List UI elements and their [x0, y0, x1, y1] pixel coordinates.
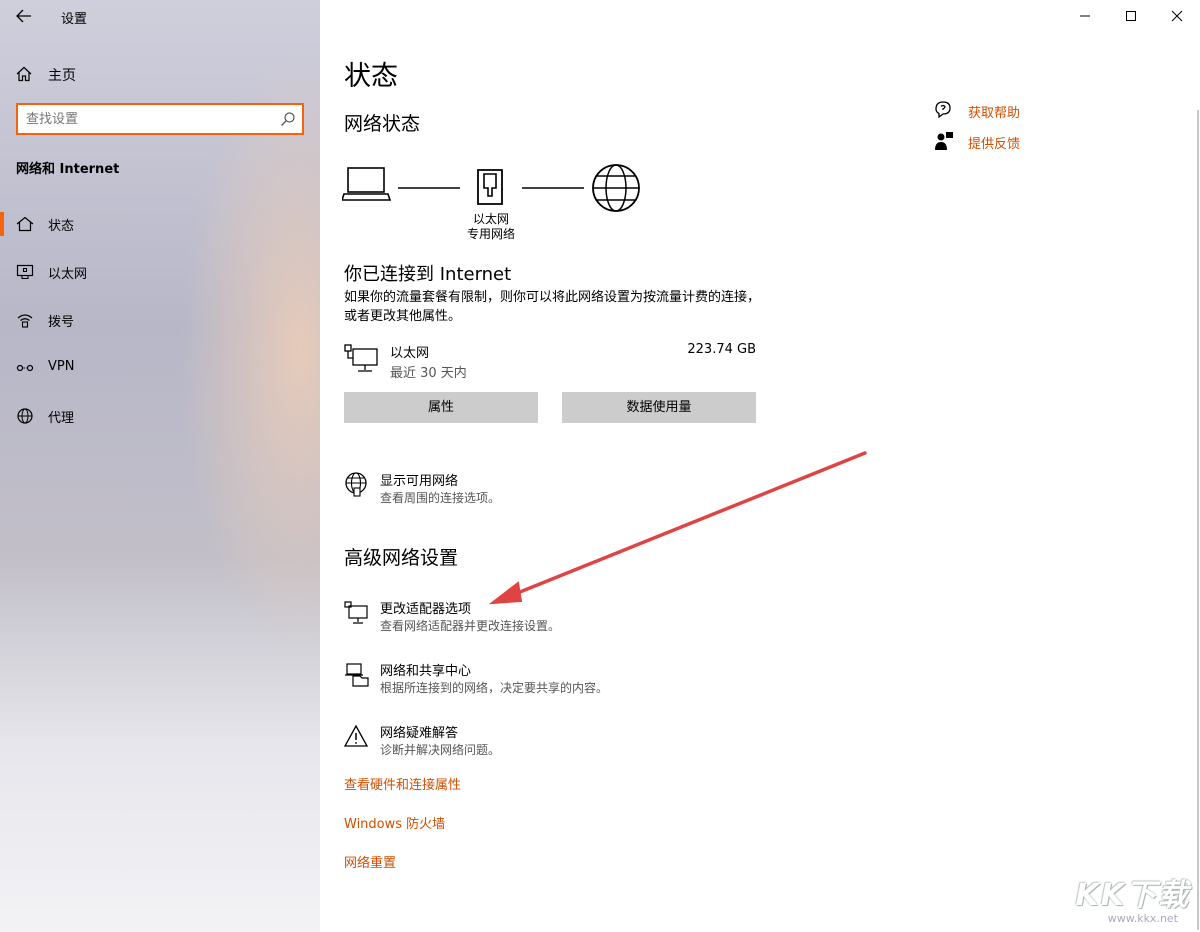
- diagram-adapter-label: 以太网 专用网络: [441, 212, 541, 242]
- show-networks-title: 显示可用网络: [380, 474, 459, 489]
- sidebar: 设置 主页 网络和 Internet 状态 以太网 拨号: [0, 0, 320, 932]
- minimize-button[interactable]: [1062, 0, 1108, 32]
- adapter-period: 最近 30 天内: [390, 366, 467, 381]
- sidebar-item-label: 拨号: [48, 315, 75, 330]
- sidebar-item-label: 代理: [48, 411, 75, 426]
- sidebar-item-label: VPN: [48, 359, 75, 374]
- change-adapter-title: 更改适配器选项: [380, 602, 472, 617]
- connected-description: 如果你的流量套餐有限制，则你可以将此网络设置为按流量计费的连接，或者更改其他属性…: [344, 290, 761, 324]
- home-label: 主页: [48, 68, 76, 84]
- globe-icon: [17, 408, 33, 424]
- vpn-icon: [16, 364, 34, 372]
- adapter-usage-row: 以太网 最近 30 天内 223.74 GB: [344, 342, 756, 382]
- feedback-link[interactable]: 提供反馈: [934, 131, 1134, 155]
- watermark-logo: KK下载: [1075, 878, 1190, 913]
- ethernet-port-icon: [477, 169, 503, 205]
- home-icon: [16, 66, 32, 82]
- back-arrow-icon: [16, 9, 31, 23]
- network-status-heading: 网络状态: [344, 113, 421, 135]
- connected-title: 你已连接到 Internet: [344, 264, 512, 285]
- get-help-link[interactable]: 获取帮助: [934, 100, 1134, 124]
- troubleshoot-desc: 诊断并解决网络问题。: [380, 743, 501, 757]
- diagram-network-type: 专用网络: [466, 227, 515, 241]
- show-networks-option[interactable]: 显示可用网络 查看周围的连接选项。: [344, 470, 844, 510]
- firewall-link[interactable]: Windows 防火墙: [344, 813, 445, 832]
- laptop-icon: [342, 167, 392, 201]
- troubleshoot-title: 网络疑难解答: [380, 726, 459, 741]
- dialup-icon: [17, 314, 33, 328]
- active-indicator: [0, 212, 4, 236]
- sharing-center-option[interactable]: 网络和共享中心 根据所连接到的网络，决定要共享的内容。: [344, 660, 844, 700]
- title-bar: 设置: [0, 0, 320, 32]
- sidebar-item-ethernet[interactable]: 以太网: [0, 250, 320, 294]
- get-help-label: 获取帮助: [968, 106, 1021, 121]
- properties-button[interactable]: 属性: [344, 392, 538, 423]
- sidebar-item-label: 以太网: [48, 267, 88, 282]
- sharing-center-title: 网络和共享中心: [380, 664, 472, 679]
- watermark-url: www.kkx.net: [1107, 912, 1178, 925]
- status-home-icon: [16, 216, 34, 232]
- sidebar-item-vpn[interactable]: VPN: [0, 346, 320, 390]
- internet-globe-icon: [592, 164, 640, 212]
- minimize-icon: [1080, 15, 1090, 17]
- help-chat-icon: [935, 101, 951, 119]
- change-adapter-desc: 查看网络适配器并更改连接设置。: [380, 619, 561, 633]
- globe-network-icon: [345, 472, 367, 497]
- data-usage-button[interactable]: 数据使用量: [562, 392, 756, 423]
- advanced-heading: 高级网络设置: [344, 547, 459, 569]
- diagram-adapter-name: 以太网: [472, 212, 509, 226]
- page-title: 状态: [344, 61, 398, 92]
- search-icon[interactable]: [280, 111, 296, 127]
- adapter-name: 以太网: [390, 346, 430, 361]
- back-button[interactable]: [8, 2, 40, 30]
- search-box[interactable]: [16, 103, 304, 135]
- sidebar-item-label: 状态: [48, 219, 75, 234]
- hardware-properties-link[interactable]: 查看硬件和连接属性: [344, 774, 461, 793]
- show-networks-desc: 查看周围的连接选项。: [380, 491, 501, 505]
- sidebar-section-title: 网络和 Internet: [16, 162, 120, 177]
- close-icon: [1171, 10, 1183, 22]
- close-button[interactable]: [1154, 0, 1200, 32]
- troubleshoot-option[interactable]: 网络疑难解答 诊断并解决网络问题。: [344, 722, 844, 762]
- feedback-label: 提供反馈: [968, 137, 1021, 152]
- search-input[interactable]: [26, 109, 266, 129]
- maximize-button[interactable]: [1108, 0, 1154, 32]
- ethernet-icon: [16, 264, 34, 280]
- sidebar-item-status[interactable]: 状态: [0, 202, 320, 246]
- app-title: 设置: [61, 12, 88, 27]
- scrollbar[interactable]: [1197, 110, 1199, 930]
- adapter-icon: [344, 601, 368, 624]
- sidebar-item-dialup[interactable]: 拨号: [0, 298, 320, 342]
- adapter-usage: 223.74 GB: [687, 342, 756, 357]
- feedback-icon: [935, 132, 953, 150]
- sidebar-item-home[interactable]: 主页: [0, 56, 320, 92]
- watermark: KK下载 www.kkx.net: [1074, 870, 1194, 930]
- change-adapter-option[interactable]: 更改适配器选项 查看网络适配器并更改连接设置。: [344, 598, 844, 638]
- maximize-icon: [1126, 11, 1136, 21]
- sharing-center-desc: 根据所连接到的网络，决定要共享的内容。: [380, 681, 609, 695]
- network-reset-link[interactable]: 网络重置: [344, 852, 396, 871]
- main-content: 状态 网络状态 以太网 专用网络 你已连接到 Internet 如果你的流量套餐…: [320, 0, 1200, 932]
- sidebar-item-proxy[interactable]: 代理: [0, 394, 320, 438]
- ethernet-adapter-icon: [344, 344, 378, 372]
- warning-icon: [344, 724, 369, 747]
- sharing-center-icon: [345, 663, 369, 687]
